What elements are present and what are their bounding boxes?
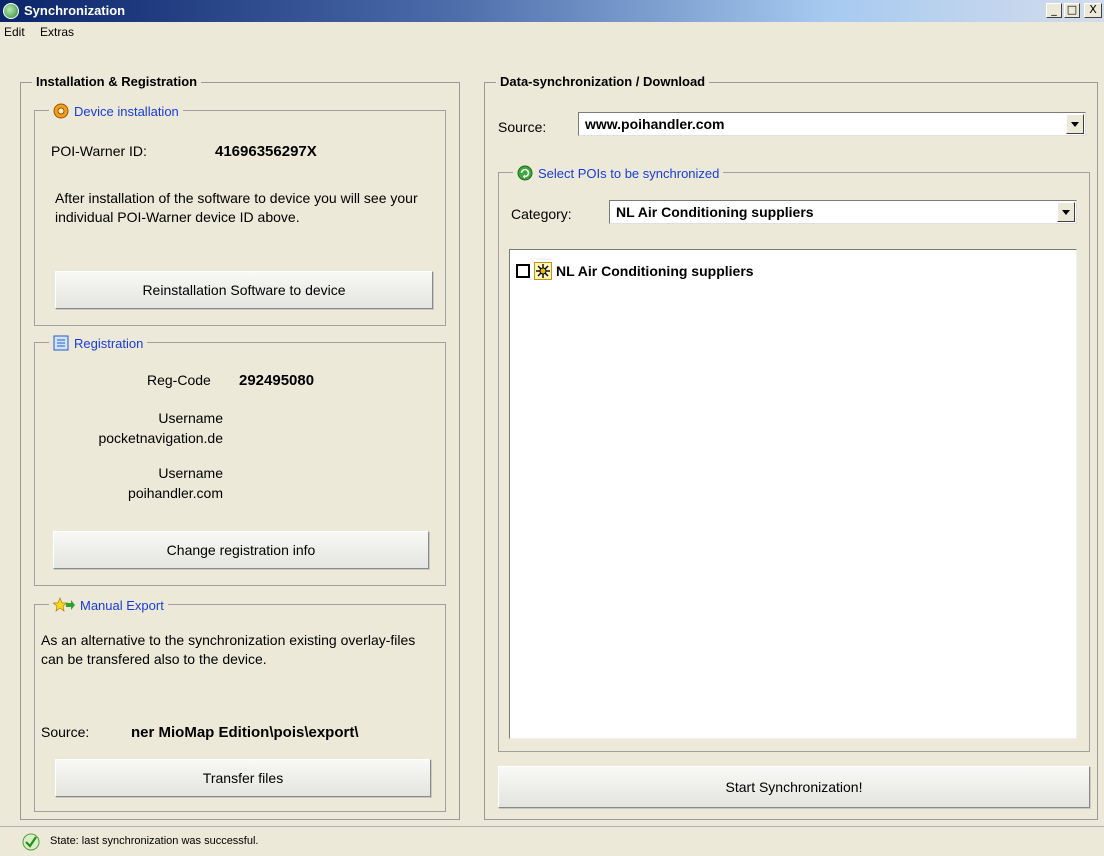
window-title: Synchronization xyxy=(24,3,126,18)
menu-edit[interactable]: Edit xyxy=(4,25,25,39)
manual-export-title: Manual Export xyxy=(80,597,164,613)
poi-list[interactable]: NL Air Conditioning suppliers xyxy=(509,249,1077,739)
refresh-icon xyxy=(517,165,533,181)
sun-icon xyxy=(534,262,552,280)
change-registration-button[interactable]: Change registration info xyxy=(53,531,429,569)
username-pocketnavigation-site: pocketnavigation.de xyxy=(98,430,223,446)
app-icon xyxy=(3,3,19,19)
start-synchronization-button[interactable]: Start Synchronization! xyxy=(498,766,1090,808)
sync-source-select[interactable]: www.poihandler.com xyxy=(578,112,1086,136)
title-bar: Synchronization _ □ X xyxy=(0,0,1104,22)
chevron-down-icon[interactable] xyxy=(1057,202,1075,222)
registration-header: Registration xyxy=(49,333,148,353)
device-installation-group: Device installation POI-Warner ID: 41696… xyxy=(34,101,446,326)
maximize-button[interactable]: □ xyxy=(1064,3,1080,18)
category-select[interactable]: NL Air Conditioning suppliers xyxy=(609,200,1077,224)
transfer-files-button[interactable]: Transfer files xyxy=(55,759,431,797)
poi-item-label: NL Air Conditioning suppliers xyxy=(556,263,754,279)
manual-export-group: Manual Export As an alternative to the s… xyxy=(34,595,446,812)
data-sync-title: Data-synchronization / Download xyxy=(496,74,710,89)
select-pois-group: Select POIs to be synchronized Category:… xyxy=(498,163,1090,752)
list-item[interactable]: NL Air Conditioning suppliers xyxy=(516,262,754,280)
chevron-down-icon[interactable] xyxy=(1066,114,1084,134)
sync-source-label: Source: xyxy=(498,119,547,135)
status-text: State: last synchronization was successf… xyxy=(50,835,259,847)
sync-source-value: www.poihandler.com xyxy=(585,116,725,132)
device-installation-title: Device installation xyxy=(74,103,179,119)
category-value: NL Air Conditioning suppliers xyxy=(616,204,814,220)
username-poihandler-label: Username xyxy=(158,465,223,481)
select-pois-title: Select POIs to be synchronized xyxy=(538,165,720,181)
close-button[interactable]: X xyxy=(1084,3,1102,18)
device-installation-header: Device installation xyxy=(49,101,183,121)
poi-warner-id-label: POI-Warner ID: xyxy=(51,143,147,159)
minimize-button[interactable]: _ xyxy=(1046,3,1062,18)
poi-warner-id-value: 41696356297X xyxy=(215,143,317,160)
device-installation-description: After installation of the software to de… xyxy=(55,190,418,225)
registration-group: Registration Reg-Code 292495080 Username… xyxy=(34,333,446,586)
select-pois-header: Select POIs to be synchronized xyxy=(513,163,724,183)
reg-code-label: Reg-Code xyxy=(147,372,211,388)
form-icon xyxy=(53,335,69,351)
gear-icon xyxy=(53,103,69,119)
poi-checkbox[interactable] xyxy=(516,264,530,278)
installation-registration-title: Installation & Registration xyxy=(32,74,202,89)
export-source-label: Source: xyxy=(41,724,90,740)
manual-export-description: As an alternative to the synchronization… xyxy=(41,632,416,667)
username-poihandler-site: poihandler.com xyxy=(128,485,223,501)
category-label: Category: xyxy=(511,206,572,222)
registration-title: Registration xyxy=(74,335,144,351)
star-arrow-icon xyxy=(53,597,75,612)
reinstallation-button[interactable]: Reinstallation Software to device xyxy=(55,271,433,309)
status-bar: State: last synchronization was successf… xyxy=(0,826,1104,856)
username-pocketnavigation-label: Username xyxy=(158,410,223,426)
main-window: Synchronization _ □ X Edit Extras Instal… xyxy=(0,0,1104,856)
menu-extras[interactable]: Extras xyxy=(40,25,74,39)
reg-code-value: 292495080 xyxy=(239,372,315,389)
menu-bar: Edit Extras xyxy=(0,22,1104,42)
manual-export-header: Manual Export xyxy=(49,595,168,615)
check-icon xyxy=(22,833,40,851)
export-source-value: ner MioMap Edition\pois\export\ xyxy=(131,724,359,741)
